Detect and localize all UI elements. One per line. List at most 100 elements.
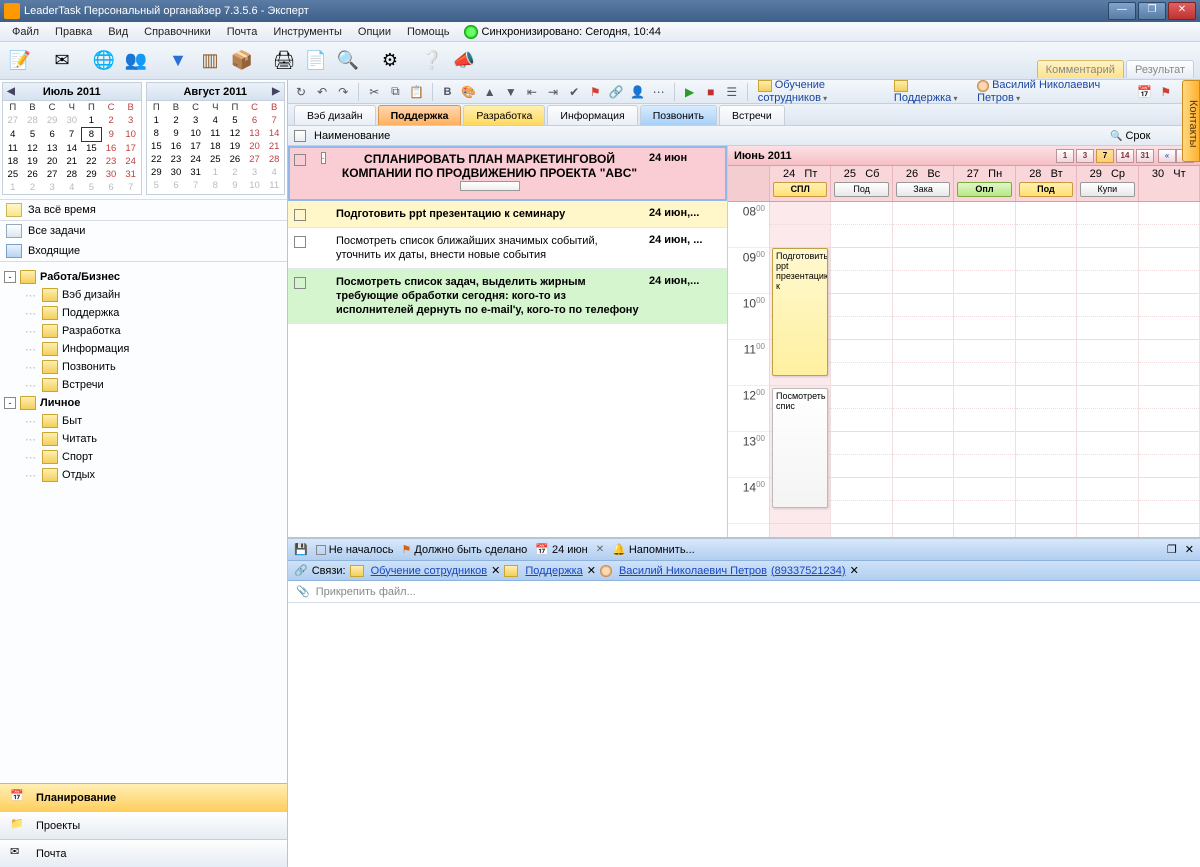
grid-col[interactable] <box>1139 202 1200 537</box>
cal-day[interactable]: 5 <box>147 179 167 192</box>
cal-day[interactable]: 3 <box>121 114 141 128</box>
cal-day[interactable]: 9 <box>166 127 186 140</box>
rtb-flag-red[interactable]: ⚑ <box>586 82 604 102</box>
allday-chip[interactable]: Под <box>834 182 888 197</box>
cal-day[interactable]: 29 <box>82 168 102 181</box>
cal-day[interactable]: 29 <box>42 114 62 128</box>
cal-day[interactable]: 8 <box>147 127 167 140</box>
task-checkbox[interactable] <box>294 277 306 289</box>
cal-day[interactable]: 17 <box>186 140 206 153</box>
tab-Вэб дизайн[interactable]: Вэб дизайн <box>294 105 376 125</box>
cal-day[interactable]: 6 <box>166 179 186 192</box>
cal-day[interactable]: 8 <box>82 128 102 142</box>
cal-day[interactable]: 2 <box>23 181 43 194</box>
cal-day[interactable]: 27 <box>245 153 265 166</box>
nav-Проекты[interactable]: 📁Проекты <box>0 811 287 839</box>
rtb-stop[interactable]: ■ <box>702 82 720 102</box>
view-14[interactable]: 14 <box>1116 149 1134 163</box>
cal-day[interactable]: 29 <box>147 166 167 179</box>
allday-chip[interactable]: Зака <box>896 182 950 197</box>
cal-day[interactable]: 22 <box>147 153 167 166</box>
cal-day[interactable]: 11 <box>264 179 284 192</box>
view-1[interactable]: 1 <box>1056 149 1074 163</box>
cal-day[interactable]: 7 <box>121 181 141 194</box>
cal-day[interactable]: 14 <box>62 142 82 156</box>
allday-chip[interactable]: СПЛ <box>773 182 827 197</box>
cal-day[interactable]: 12 <box>225 127 245 140</box>
grid-col[interactable] <box>893 202 954 537</box>
tab-Информация[interactable]: Информация <box>547 105 637 125</box>
cal-day[interactable]: 1 <box>147 114 167 127</box>
rtb-user[interactable]: 👤 <box>628 82 646 102</box>
rtb-up[interactable]: ▲ <box>481 82 499 102</box>
new-task-button[interactable]: 📝 <box>6 47 34 75</box>
allday-chip[interactable]: Купи <box>1080 182 1134 197</box>
link-support[interactable]: Поддержка <box>525 565 582 577</box>
calendar-july[interactable]: ◀Июль 2011 ПВСЧПСВ2728293012345678910111… <box>2 82 142 195</box>
grid-col[interactable] <box>1016 202 1077 537</box>
tab-comment[interactable]: Комментарий <box>1037 60 1124 78</box>
tab-Разработка[interactable]: Разработка <box>463 105 545 125</box>
view-31[interactable]: 31 <box>1136 149 1154 163</box>
task-checkbox[interactable] <box>294 154 306 166</box>
cal-day[interactable]: 26 <box>23 168 43 181</box>
cal-day[interactable]: 17 <box>121 142 141 156</box>
day-col[interactable]: 28 ВтПод <box>1016 166 1077 201</box>
cal-day[interactable]: 4 <box>205 114 225 127</box>
cal-day[interactable]: 7 <box>186 179 206 192</box>
menu-options[interactable]: Опции <box>350 24 399 40</box>
rtb-undo[interactable]: ↶ <box>313 82 331 102</box>
day-col[interactable]: 26 ВсЗака <box>893 166 954 201</box>
category-leaf[interactable]: ⋯Встречи <box>0 376 287 394</box>
cal-next-icon[interactable]: ▶ <box>270 86 282 98</box>
rtb-refresh[interactable]: ↻ <box>292 82 310 102</box>
remove-link[interactable]: ✕ <box>850 564 859 577</box>
category-leaf[interactable]: ⋯Информация <box>0 340 287 358</box>
cal-day[interactable]: 30 <box>101 168 121 181</box>
link-phone[interactable]: (89337521234) <box>771 565 846 577</box>
cal-day[interactable]: 7 <box>62 128 82 142</box>
rtb-bold[interactable]: B <box>438 82 456 102</box>
menu-mail[interactable]: Почта <box>219 24 266 40</box>
cal-day[interactable]: 18 <box>3 155 23 168</box>
cal-day[interactable]: 26 <box>225 153 245 166</box>
task-row[interactable]: -СПЛАНИРОВАТЬ ПЛАН МАРКЕТИНГОВОЙ КОМПАНИ… <box>288 146 727 201</box>
cal-day[interactable]: 21 <box>264 140 284 153</box>
announce-button[interactable]: 📣 <box>450 47 478 75</box>
view-3[interactable]: 3 <box>1076 149 1094 163</box>
minimize-button[interactable]: — <box>1108 2 1136 20</box>
cal-day[interactable]: 5 <box>23 128 43 142</box>
cal-day[interactable]: 28 <box>23 114 43 128</box>
detail-close[interactable]: ✕ <box>1185 543 1194 556</box>
menu-tools[interactable]: Инструменты <box>265 24 350 40</box>
cal-day[interactable]: 3 <box>186 114 206 127</box>
rtb-training[interactable]: Обучение сотрудников <box>754 79 887 103</box>
clear-date[interactable]: ✕ <box>596 544 604 555</box>
print-button[interactable]: 🖨 <box>270 47 298 75</box>
rtb-paste[interactable]: 📋 <box>407 82 425 102</box>
menu-help[interactable]: Помощь <box>399 24 458 40</box>
cal-day[interactable]: 16 <box>101 142 121 156</box>
cal-day[interactable]: 28 <box>62 168 82 181</box>
filter-button[interactable]: ▼ <box>164 47 192 75</box>
cal-day[interactable]: 7 <box>264 114 284 127</box>
settings-button[interactable]: ⚙ <box>376 47 404 75</box>
category-node[interactable]: -Личное <box>0 394 287 412</box>
cal-day[interactable]: 3 <box>245 166 265 179</box>
cal-day[interactable]: 10 <box>245 179 265 192</box>
expand-icon[interactable]: - <box>4 271 16 283</box>
sync-button[interactable]: 🌐 <box>90 47 118 75</box>
cal-day[interactable]: 28 <box>264 153 284 166</box>
cal-day[interactable]: 31 <box>121 168 141 181</box>
task-row[interactable]: Посмотреть список ближайших значимых соб… <box>288 228 727 269</box>
cal-day[interactable]: 4 <box>3 128 23 142</box>
category-leaf[interactable]: ⋯Спорт <box>0 448 287 466</box>
tab-result[interactable]: Результат <box>1126 60 1194 78</box>
col-name[interactable]: Наименование <box>314 130 1102 142</box>
cal-day[interactable]: 20 <box>42 155 62 168</box>
rtb-check[interactable]: ✔ <box>565 82 583 102</box>
day-col[interactable]: 27 ПнОпл <box>954 166 1015 201</box>
archive-button[interactable]: 📦 <box>228 47 256 75</box>
filter-all-tasks[interactable]: Все задачи <box>0 221 287 241</box>
grid-col[interactable] <box>831 202 892 537</box>
